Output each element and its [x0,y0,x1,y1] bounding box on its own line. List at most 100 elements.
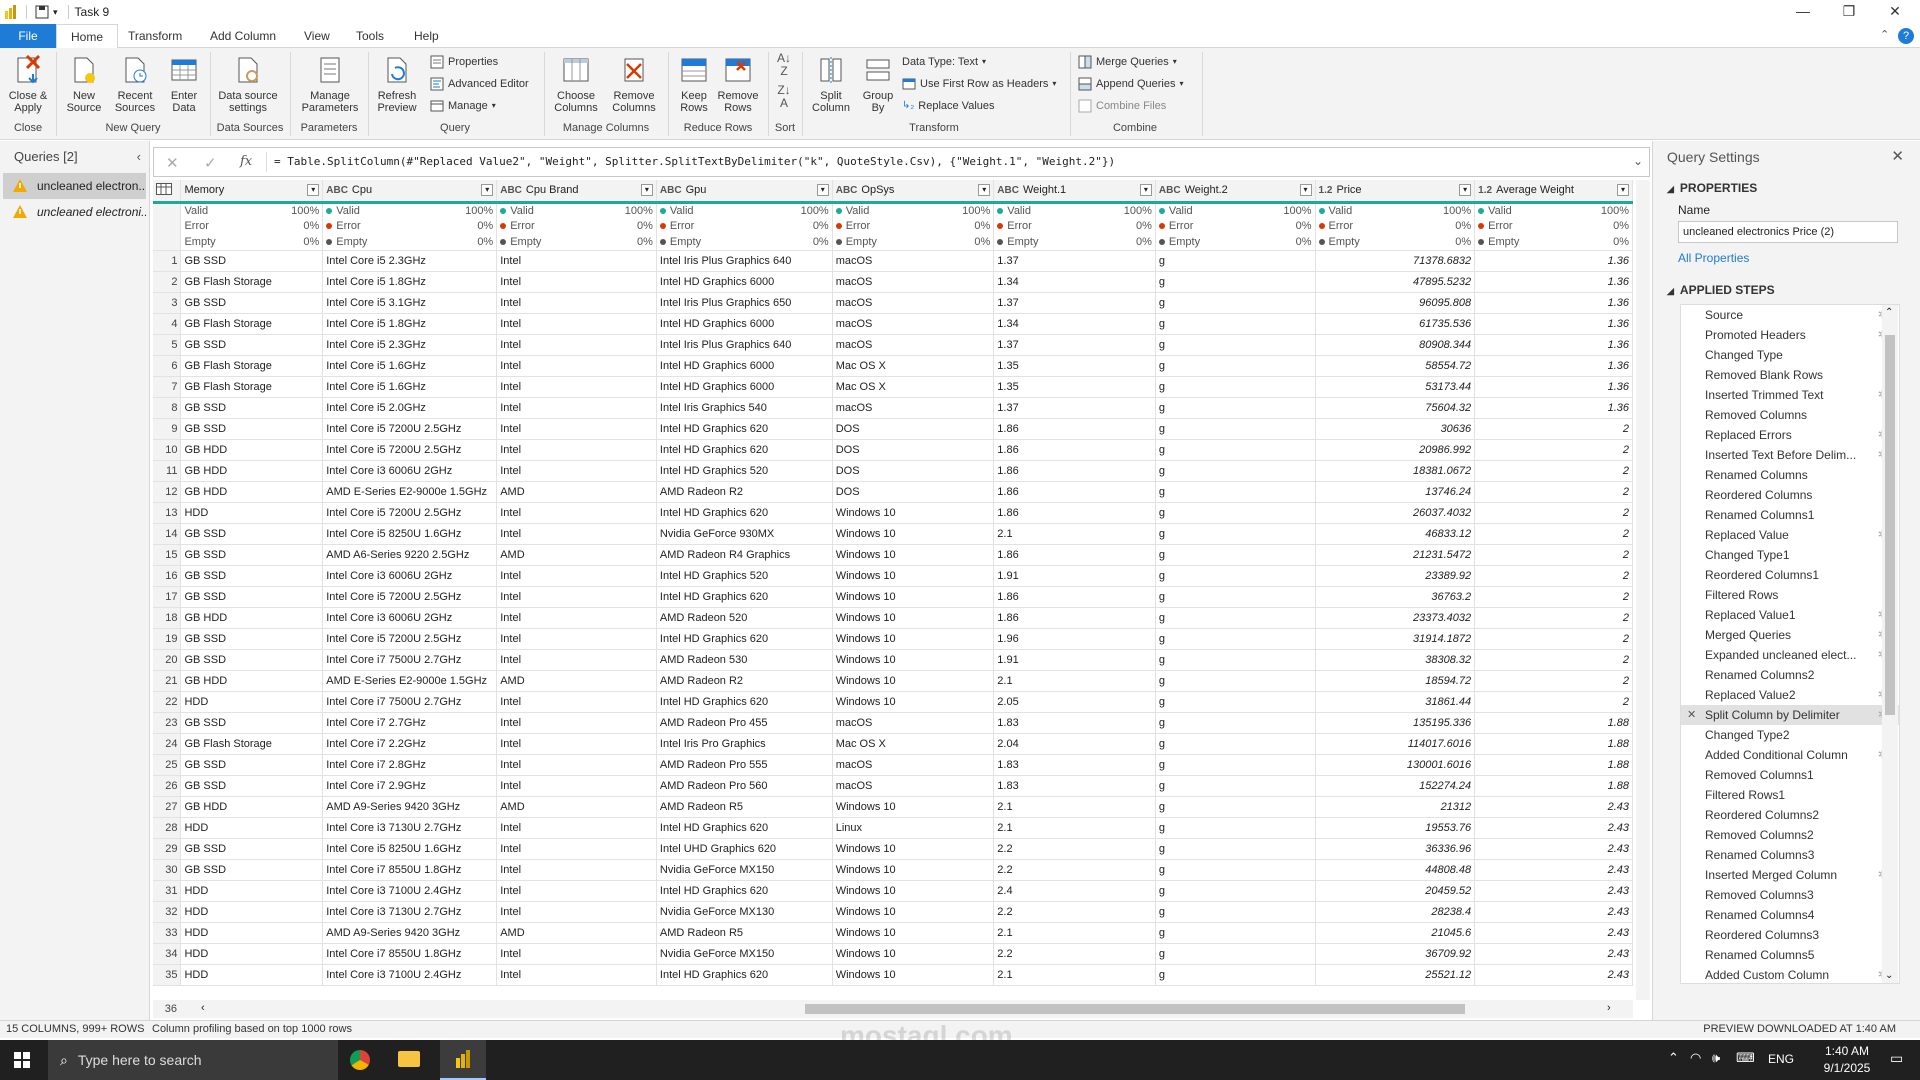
table-cell[interactable]: 2.43 [1474,859,1633,881]
table-cell[interactable]: Intel Core i5 1.8GHz [322,271,498,293]
table-cell[interactable]: g [1155,922,1316,944]
table-cell[interactable]: AMD [496,544,657,566]
table-cell[interactable]: 36336.96 [1315,838,1476,860]
table-cell[interactable]: 1.88 [1474,733,1633,755]
table-cell[interactable]: Intel [496,943,657,965]
tray-chevron-icon[interactable]: ⌃ [1668,1050,1679,1066]
table-cell[interactable]: Intel HD Graphics 620 [656,439,833,461]
combine-files-button[interactable]: Combine Files [1078,98,1166,114]
column-type-icon[interactable]: ABC [997,185,1019,196]
table-cell[interactable]: Intel [496,880,657,902]
table-cell[interactable]: GB SSD [180,775,324,797]
table-cell[interactable]: 20459.52 [1315,880,1476,902]
table-cell[interactable]: Intel HD Graphics 620 [656,817,833,839]
row-number-cell[interactable]: 16 [153,565,182,587]
table-cell[interactable]: 1.86 [993,418,1156,440]
data-source-settings-button[interactable]: Data source settings [214,54,282,114]
row-number-cell[interactable]: 8 [153,397,182,419]
table-cell[interactable]: Intel Core i5 2.0GHz [322,397,498,419]
column-filter-dropdown-icon[interactable]: ▾ [640,184,653,196]
applied-step[interactable]: Reordered Columns1 [1681,565,1899,585]
table-cell[interactable]: Intel Core i7 7500U 2.7GHz [322,649,498,671]
applied-step[interactable]: Removed Blank Rows [1681,365,1899,385]
table-cell[interactable]: GB SSD [180,586,324,608]
row-number-cell[interactable]: 20 [153,649,182,671]
table-cell[interactable]: Intel Core i5 8250U 1.6GHz [322,523,498,545]
column-filter-dropdown-icon[interactable]: ▾ [1617,184,1629,196]
table-cell[interactable]: 2.43 [1474,922,1633,944]
table-cell[interactable]: Intel Core i5 7200U 2.5GHz [322,418,498,440]
table-cell[interactable]: Intel Core i7 2.9GHz [322,775,498,797]
table-cell[interactable]: Intel Core i3 7130U 2.7GHz [322,901,498,923]
data-type-dropdown[interactable]: Data Type: Text ▾ [902,54,986,70]
row-number-cell[interactable]: 2 [153,271,182,293]
table-cell[interactable]: 2.43 [1474,817,1633,839]
table-cell[interactable]: 2 [1474,523,1633,545]
table-cell[interactable]: 2.43 [1474,880,1633,902]
table-cell[interactable]: GB Flash Storage [180,376,324,398]
table-cell[interactable]: g [1155,817,1316,839]
row-number-cell[interactable]: 9 [153,418,182,440]
sort-descending-button[interactable]: Z↓ A [774,84,794,110]
table-cell[interactable]: Intel Core i5 2.3GHz [322,250,498,272]
column-header[interactable]: Memory ▾ [180,180,324,204]
sort-ascending-button[interactable]: A↓ Z [774,52,794,78]
horizontal-scrollbar[interactable]: 36 ‹ › [153,1000,1633,1018]
table-cell[interactable]: 2 [1474,691,1633,713]
table-cell[interactable]: AMD Radeon R4 Graphics [656,544,833,566]
table-cell[interactable]: GB SSD [180,628,324,650]
table-cell[interactable]: 1.91 [993,649,1156,671]
all-properties-link[interactable]: All Properties [1678,251,1749,265]
table-cell[interactable]: GB SSD [180,859,324,881]
table-cell[interactable]: 2 [1474,565,1633,587]
table-cell[interactable]: GB SSD [180,292,324,314]
table-cell[interactable]: 80908.344 [1315,334,1476,356]
table-cell[interactable]: g [1155,439,1316,461]
table-cell[interactable]: Nvidia GeForce 930MX [656,523,833,545]
table-cell[interactable]: 2.04 [993,733,1156,755]
table-row[interactable]: 3 GB SSD Intel Core i5 3.1GHz Intel Intel Ir… [153,292,1633,314]
manage-button[interactable]: Manage ▾ [430,98,496,114]
table-cell[interactable]: Intel [496,649,657,671]
table-cell[interactable]: 135195.336 [1315,712,1476,734]
table-cell[interactable]: Intel Core i7 2.8GHz [322,754,498,776]
applied-step[interactable]: Changed Type [1681,345,1899,365]
table-cell[interactable]: Intel [496,271,657,293]
table-cell[interactable]: 13746.24 [1315,481,1476,503]
table-cell[interactable]: Intel [496,691,657,713]
split-column-button[interactable]: Split Column [808,54,854,114]
table-cell[interactable]: AMD Radeon R5 [656,922,833,944]
row-number-cell[interactable]: 4 [153,313,182,335]
row-number-cell[interactable]: 18 [153,607,182,629]
properties-section[interactable]: ◢ PROPERTIES [1667,181,1757,195]
vertical-scrollbar[interactable] [1636,180,1650,1000]
table-cell[interactable]: 26037.4032 [1315,502,1476,524]
table-cell[interactable]: Intel Iris Graphics 540 [656,397,833,419]
table-cell[interactable]: AMD Radeon Pro 560 [656,775,833,797]
table-cell[interactable]: 47895.5232 [1315,271,1476,293]
table-cell[interactable]: macOS [832,313,995,335]
table-cell[interactable]: 2.1 [993,922,1156,944]
table-cell[interactable]: Intel Iris Pro Graphics [656,733,833,755]
table-cell[interactable]: AMD A9-Series 9420 3GHz [322,922,498,944]
table-row[interactable]: 10 GB HDD Intel Core i5 7200U 2.5GHz Intel I… [153,439,1633,461]
table-cell[interactable]: Windows 10 [832,670,995,692]
row-number-cell[interactable]: 1 [153,250,182,272]
table-cell[interactable]: 2.2 [993,859,1156,881]
table-cell[interactable]: DOS [832,418,995,440]
table-row[interactable]: 29 GB SSD Intel Core i5 8250U 1.6GHz Intel I… [153,838,1633,860]
taskbar-search[interactable]: ⌕ Type here to search [48,1040,338,1080]
table-cell[interactable]: Mac OS X [832,733,995,755]
table-cell[interactable]: Intel [496,628,657,650]
table-cell[interactable]: g [1155,859,1316,881]
table-cell[interactable]: 2.1 [993,670,1156,692]
table-cell[interactable]: 2 [1474,607,1633,629]
table-cell[interactable]: Intel Core i7 7500U 2.7GHz [322,691,498,713]
table-cell[interactable]: Intel HD Graphics 6000 [656,355,833,377]
table-cell[interactable]: Intel [496,859,657,881]
table-cell[interactable]: 2.05 [993,691,1156,713]
table-cell[interactable]: Intel Core i5 7200U 2.5GHz [322,628,498,650]
table-cell[interactable]: Intel HD Graphics 620 [656,502,833,524]
row-number-cell[interactable]: 35 [153,964,182,986]
column-type-icon[interactable]: ABC [500,185,522,196]
